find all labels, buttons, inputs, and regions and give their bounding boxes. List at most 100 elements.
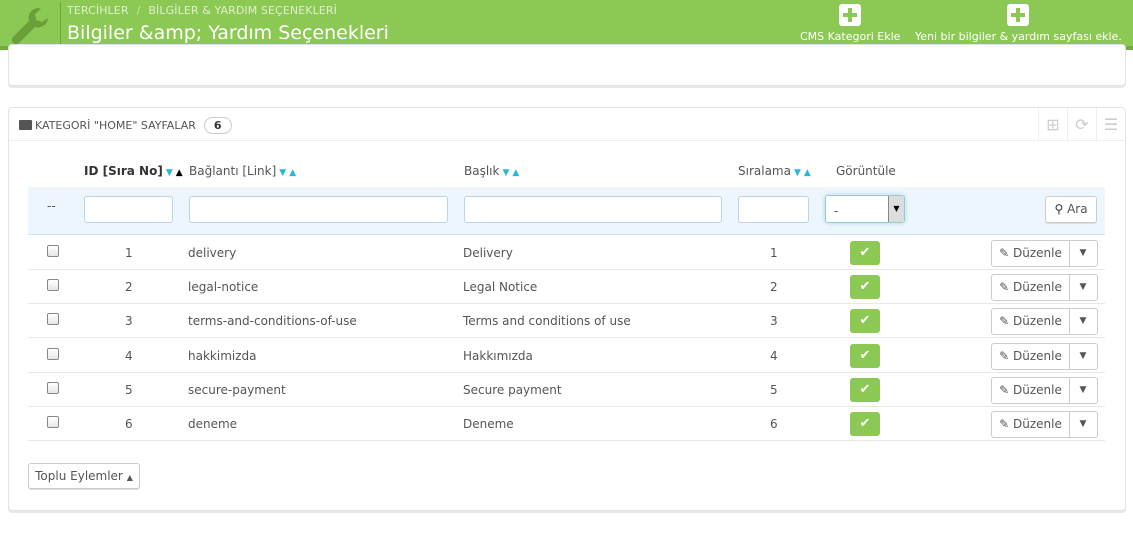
cell-title: Terms and conditions of use (463, 314, 631, 329)
cell-order: 3 (770, 314, 778, 329)
button-label: Düzenle (1013, 348, 1062, 363)
cell-link: legal-notice (188, 280, 259, 295)
caret-down-icon[interactable]: ▼ (1069, 344, 1097, 369)
edit-button[interactable]: ✎ Düzenle (992, 275, 1070, 301)
button-label: Düzenle (1013, 246, 1062, 260)
edit-button[interactable]: ✎ Düzenle (992, 343, 1070, 369)
check-icon[interactable]: ✔ (850, 377, 880, 402)
edit-button[interactable]: ✎ Düzenle (992, 309, 1070, 335)
search-icon: ⚲ (1054, 202, 1064, 216)
sort-desc-icon[interactable]: ▼ (502, 168, 509, 178)
cell-order: 6 (770, 417, 778, 431)
bulk-actions-button[interactable]: Toplu Eylemler ▲ (28, 463, 140, 489)
edit-button-group: ✎ Düzenle ▼ (991, 342, 1098, 370)
breadcrumb-separator: / (136, 4, 141, 17)
sort-asc-icon[interactable]: ▲ (176, 168, 183, 178)
check-icon[interactable]: ✔ (850, 241, 880, 265)
pencil-icon: ✎ (999, 314, 1010, 329)
order-filter-input[interactable] (738, 196, 809, 223)
table-row[interactable]: 5 secure-payment Secure payment 5 ✔ ✎ Dü… (28, 373, 1105, 407)
button-label: Düzenle (1013, 417, 1062, 431)
plus-icon (1007, 4, 1030, 26)
cell-order: 5 (770, 382, 778, 397)
column-header-link: Bağlantı [Link] ▼ ▲ (189, 164, 296, 178)
select-value: - (834, 204, 839, 218)
check-icon[interactable]: ✔ (850, 275, 880, 300)
cell-title: Hakkımızda (463, 348, 533, 363)
column-header-display: Görüntüle (836, 164, 896, 178)
display-filter-select[interactable]: - ▼ (825, 195, 905, 223)
breadcrumb-item[interactable]: BİLGİLER & YARDIM SEÇENEKLERİ (148, 4, 337, 17)
column-header-id: ID [Sıra No] ▼ ▲ (84, 164, 183, 178)
caret-up-icon: ▲ (126, 473, 133, 482)
table-row[interactable]: 6 deneme Deneme 6 ✔ ✎ Düzenle ▼ (28, 407, 1105, 441)
edit-button[interactable]: ✎ Düzenle (992, 377, 1070, 403)
caret-down-icon[interactable]: ▼ (1069, 275, 1097, 300)
caret-down-icon[interactable]: ▼ (1069, 378, 1097, 403)
add-icon[interactable]: ⊞ (1038, 108, 1067, 141)
row-checkbox[interactable] (47, 279, 59, 292)
cell-id: 4 (125, 348, 133, 363)
cell-id: 6 (125, 417, 133, 431)
caret-down-icon[interactable]: ▼ (1069, 309, 1097, 334)
edit-button-group: ✎ Düzenle ▼ (991, 376, 1098, 404)
table-row[interactable]: 1 delivery Delivery 1 ✔ ✎ Düzenle ▼ (28, 236, 1105, 270)
check-icon[interactable]: ✔ (850, 412, 880, 436)
caret-down-icon[interactable]: ▼ (1069, 412, 1097, 437)
pencil-icon: ✎ (999, 246, 1010, 260)
cell-link: terms-and-conditions-of-use (188, 314, 357, 329)
database-icon[interactable]: ☰ (1096, 108, 1125, 141)
row-checkbox[interactable] (47, 416, 59, 428)
breadcrumb: TERCİHLER / BİLGİLER & YARDIM SEÇENEKLERİ (67, 4, 337, 17)
edit-button[interactable]: ✎ Düzenle (992, 412, 1070, 437)
panel-title: KATEGORİ "HOME" SAYFALAR (35, 119, 196, 132)
cell-title: Deneme (463, 417, 514, 431)
add-cms-category-button[interactable]: CMS Kategori Ekle (800, 4, 900, 43)
table-row[interactable]: 3 terms-and-conditions-of-use Terms and … (28, 304, 1105, 339)
check-icon[interactable]: ✔ (850, 343, 880, 368)
button-label: Yeni bir bilgiler & yardım sayfası ekle. (915, 30, 1122, 43)
id-filter-input[interactable] (84, 196, 173, 223)
header-label: Sıralama (738, 164, 791, 178)
row-checkbox[interactable] (47, 313, 59, 326)
refresh-icon[interactable]: ⟳ (1067, 108, 1096, 141)
sort-asc-icon[interactable]: ▲ (512, 168, 519, 178)
count-badge: 6 (203, 117, 232, 134)
title-filter-input[interactable] (464, 196, 722, 223)
column-header-title: Başlık ▼ ▲ (464, 164, 519, 178)
row-checkbox[interactable] (47, 245, 59, 257)
edit-button[interactable]: ✎ Düzenle (992, 241, 1070, 266)
sort-asc-icon[interactable]: ▲ (289, 168, 296, 178)
button-label: Düzenle (1013, 382, 1062, 397)
top-panel (8, 44, 1126, 86)
cell-title: Secure payment (463, 382, 562, 397)
sort-desc-icon[interactable]: ▼ (794, 168, 801, 178)
plus-icon (839, 4, 862, 26)
row-checkbox[interactable] (47, 381, 59, 394)
table-row[interactable]: 2 legal-notice Legal Notice 2 ✔ ✎ Düzenl… (28, 270, 1105, 305)
button-label: CMS Kategori Ekle (800, 30, 901, 43)
search-button[interactable]: ⚲ Ara (1045, 196, 1097, 223)
cell-id: 3 (125, 314, 133, 329)
sort-desc-icon[interactable]: ▼ (166, 168, 173, 178)
sort-desc-icon[interactable]: ▼ (279, 168, 286, 178)
chevron-down-icon: ▼ (888, 196, 904, 222)
breadcrumb-item[interactable]: TERCİHLER (67, 4, 129, 17)
cell-order: 2 (770, 280, 778, 295)
divider (60, 2, 61, 44)
header-label: Başlık (464, 164, 500, 178)
row-checkbox[interactable] (47, 347, 59, 360)
edit-button-group: ✎ Düzenle ▼ (991, 240, 1098, 267)
link-filter-input[interactable] (189, 196, 448, 223)
pencil-icon: ✎ (999, 417, 1010, 431)
add-page-button[interactable]: Yeni bir bilgiler & yardım sayfası ekle. (915, 4, 1122, 43)
cell-link: hakkimizda (188, 348, 257, 363)
pencil-icon: ✎ (999, 280, 1010, 295)
cell-link: delivery (188, 246, 237, 260)
caret-down-icon[interactable]: ▼ (1069, 241, 1097, 266)
sort-asc-icon[interactable]: ▲ (804, 168, 811, 178)
button-label: Düzenle (1013, 314, 1062, 329)
folder-icon (19, 120, 32, 130)
table-row[interactable]: 4 hakkimizda Hakkımızda 4 ✔ ✎ Düzenle ▼ (28, 339, 1105, 373)
check-icon[interactable]: ✔ (850, 309, 880, 334)
